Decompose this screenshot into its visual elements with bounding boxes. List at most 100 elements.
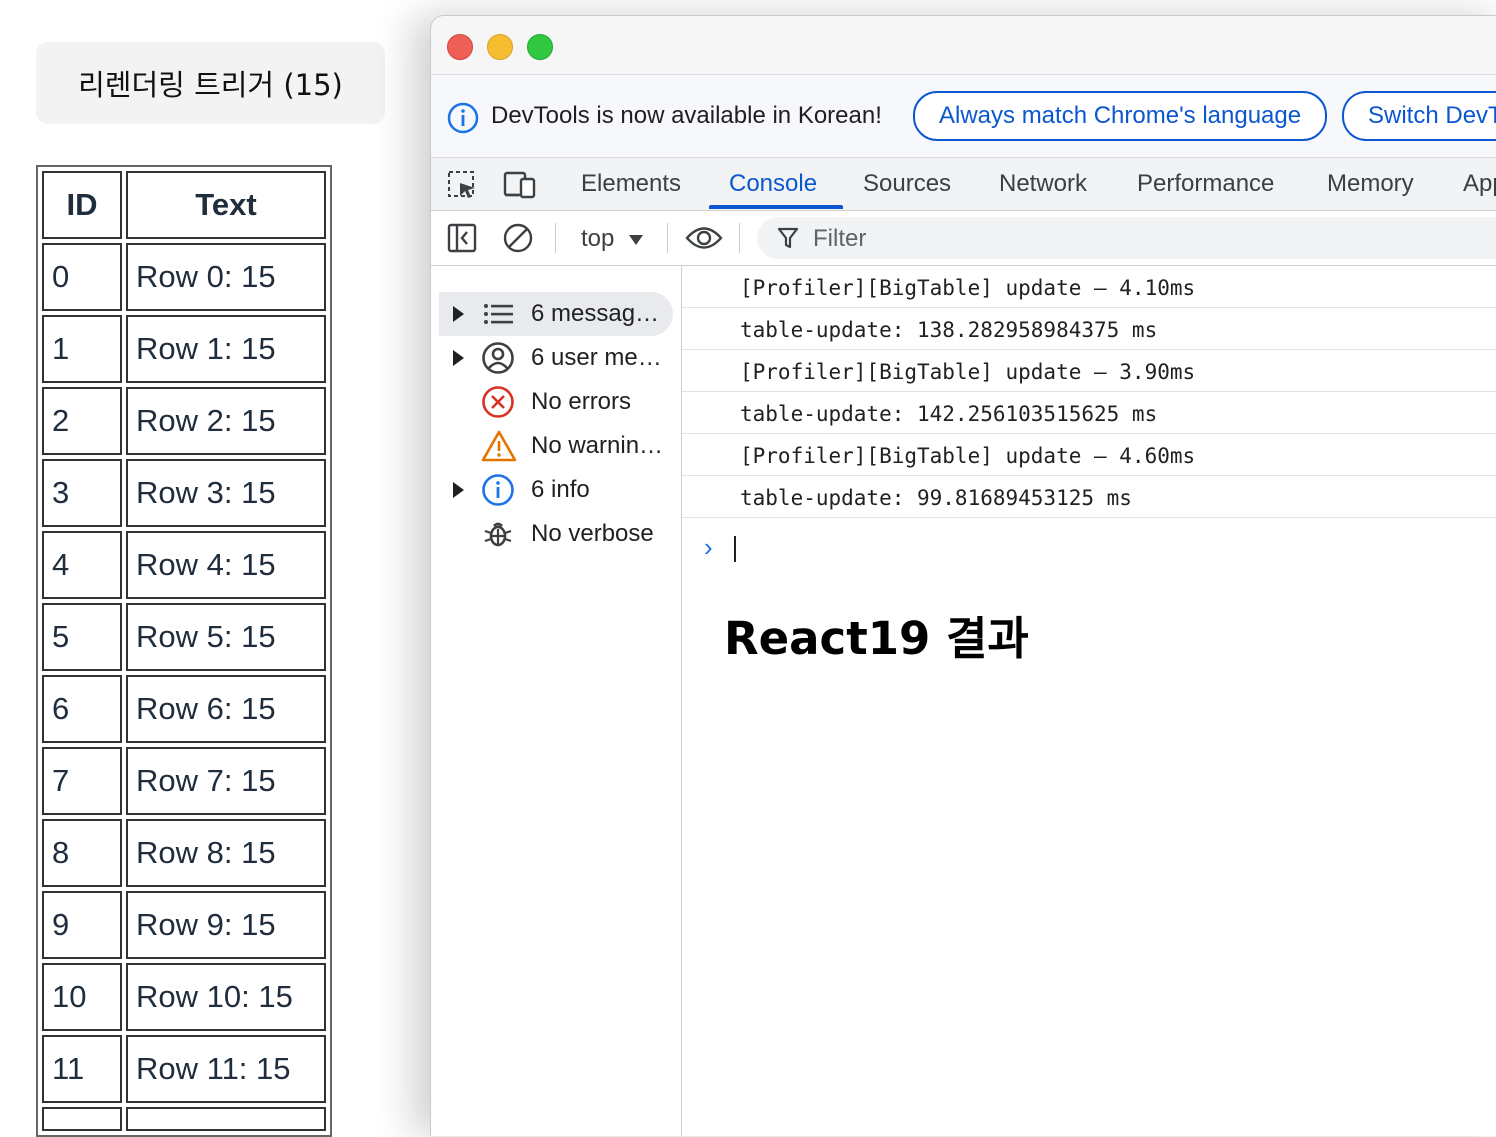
table-row: 1 Row 1: 15	[42, 315, 326, 383]
cell-text: Row 11: 15	[126, 1035, 326, 1103]
cell-id	[42, 1107, 122, 1131]
table-row: 10 Row 10: 15	[42, 963, 326, 1031]
maximize-window-button[interactable]	[527, 34, 553, 60]
device-toolbar-icon[interactable]	[503, 170, 537, 205]
rerender-trigger-button[interactable]: 리렌더링 트리거 (15)	[36, 42, 385, 124]
table-row: 2 Row 2: 15	[42, 387, 326, 455]
cell-id: 9	[42, 891, 122, 959]
cell-id: 0	[42, 243, 122, 311]
console-message-text: [Profiler][BigTable] update — 4.10ms	[740, 276, 1196, 300]
sidebar-item-label: No errors	[531, 388, 632, 415]
cell-text: Row 9: 15	[126, 891, 326, 959]
cell-id: 11	[42, 1035, 122, 1103]
tab-elements[interactable]: Elements	[581, 170, 681, 198]
info-icon	[447, 102, 479, 139]
tab-network[interactable]: Network	[999, 170, 1087, 198]
console-message-text: [Profiler][BigTable] update — 4.60ms	[740, 444, 1196, 468]
sidebar-item-list[interactable]: 6 messag…	[431, 292, 681, 336]
cell-text: Row 2: 15	[126, 387, 326, 455]
console-message: table-update: 99.81689453125 ms	[682, 476, 1496, 518]
console-message-text: [Profiler][BigTable] update — 3.90ms	[740, 360, 1196, 384]
sidebar-item-info[interactable]: 6 info	[431, 468, 681, 512]
console-input-cursor[interactable]	[734, 536, 736, 562]
table-row: 8 Row 8: 15	[42, 819, 326, 887]
tab-performance[interactable]: Performance	[1137, 170, 1274, 198]
cell-id: 4	[42, 531, 122, 599]
infobar-message: DevTools is now available in Korean!	[491, 102, 882, 129]
table-row-partial	[42, 1107, 326, 1131]
warning-icon	[481, 429, 517, 468]
sidebar-toggle-icon[interactable]	[447, 223, 477, 258]
sidebar-item-bug[interactable]: No verbose	[431, 512, 681, 556]
close-window-button[interactable]	[447, 34, 473, 60]
tab-console[interactable]: Console	[729, 170, 817, 198]
sidebar-item-warning[interactable]: No warnin…	[431, 424, 681, 468]
context-selector[interactable]: top	[581, 225, 614, 253]
table-header-row: ID Text	[42, 171, 326, 239]
toolbar-divider	[555, 223, 556, 253]
console-message: [Profiler][BigTable] update — 4.10ms	[682, 266, 1496, 308]
console-output: [Profiler][BigTable] update — 4.10ms tabl…	[682, 266, 1496, 1136]
error-icon	[481, 385, 515, 424]
inspect-element-icon[interactable]	[447, 170, 479, 205]
column-header-id: ID	[42, 171, 122, 239]
cell-id: 7	[42, 747, 122, 815]
cell-text	[126, 1107, 326, 1131]
sidebar-item-user[interactable]: 6 user me…	[431, 336, 681, 380]
cell-text: Row 10: 15	[126, 963, 326, 1031]
filter-input[interactable]: Filter	[757, 217, 1496, 259]
cell-id: 6	[42, 675, 122, 743]
tab-app[interactable]: App	[1463, 170, 1496, 198]
tab-memory[interactable]: Memory	[1327, 170, 1414, 198]
console-message-text: table-update: 138.282958984375 ms	[740, 318, 1158, 342]
sidebar-item-label: 6 user me…	[531, 344, 662, 371]
filter-icon	[777, 226, 799, 255]
cell-text: Row 1: 15	[126, 315, 326, 383]
minimize-window-button[interactable]	[487, 34, 513, 60]
cell-text: Row 8: 15	[126, 819, 326, 887]
filter-placeholder: Filter	[813, 225, 867, 252]
devtools-window: DevTools is now available in Korean! Alw…	[430, 15, 1496, 1136]
always-match-language-button[interactable]: Always match Chrome's language	[913, 91, 1328, 141]
console-sidebar: 6 messag… 6 user me… No errors No warnin… 6 …	[431, 266, 682, 1136]
console-message: table-update: 142.256103515625 ms	[682, 392, 1496, 434]
table-row: 3 Row 3: 15	[42, 459, 326, 527]
expand-arrow-icon[interactable]	[453, 350, 464, 366]
window-titlebar	[431, 16, 1496, 75]
column-header-text: Text	[126, 171, 326, 239]
sidebar-item-error[interactable]: No errors	[431, 380, 681, 424]
table-row: 0 Row 0: 15	[42, 243, 326, 311]
info-icon	[481, 473, 515, 512]
switch-devtools-language-button[interactable]: Switch DevT	[1342, 91, 1496, 141]
console-message: table-update: 138.282958984375 ms	[682, 308, 1496, 350]
console-toolbar: top Filter	[431, 211, 1496, 266]
devtools-tabs-bar: Elements Console Sources Network Performance…	[431, 158, 1496, 211]
tab-sources[interactable]: Sources	[863, 170, 951, 198]
cell-text: Row 3: 15	[126, 459, 326, 527]
result-title: React19 결과	[724, 612, 1029, 665]
cell-text: Row 7: 15	[126, 747, 326, 815]
cell-text: Row 6: 15	[126, 675, 326, 743]
cell-text: Row 0: 15	[126, 243, 326, 311]
table-row: 5 Row 5: 15	[42, 603, 326, 671]
live-expression-eye-icon[interactable]	[685, 225, 723, 256]
console-message: [Profiler][BigTable] update — 3.90ms	[682, 350, 1496, 392]
chevron-down-icon[interactable]	[629, 235, 643, 245]
table-row: 11 Row 11: 15	[42, 1035, 326, 1103]
cell-id: 3	[42, 459, 122, 527]
expand-arrow-icon[interactable]	[453, 482, 464, 498]
cell-id: 10	[42, 963, 122, 1031]
cell-id: 1	[42, 315, 122, 383]
cell-id: 2	[42, 387, 122, 455]
expand-arrow-icon[interactable]	[453, 306, 464, 322]
sidebar-item-label: 6 info	[531, 476, 590, 503]
console-message-text: table-update: 99.81689453125 ms	[740, 486, 1132, 510]
user-icon	[481, 341, 515, 380]
list-icon	[481, 297, 515, 336]
cell-id: 5	[42, 603, 122, 671]
cell-text: Row 5: 15	[126, 603, 326, 671]
toolbar-divider	[739, 223, 740, 253]
console-message-text: table-update: 142.256103515625 ms	[740, 402, 1158, 426]
toolbar-divider	[667, 223, 668, 253]
clear-console-icon[interactable]	[503, 223, 533, 258]
